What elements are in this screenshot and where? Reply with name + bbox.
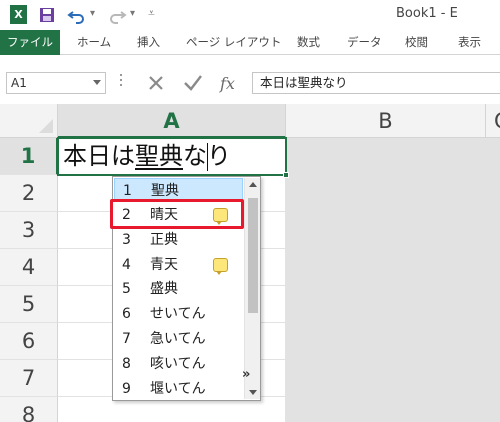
tab-data[interactable]: データ — [347, 30, 382, 55]
tab-formulas[interactable]: 数式 — [297, 30, 320, 55]
insert-function-icon[interactable]: fx — [216, 72, 242, 94]
gridline — [485, 138, 486, 422]
candidate-text: 盛典 — [150, 281, 178, 297]
candidate-number: 8 — [122, 356, 131, 372]
candidate-item-8[interactable]: 8 咳いてん — [114, 352, 243, 376]
undo-dropdown-icon[interactable]: ▾ — [90, 8, 95, 19]
select-all-button[interactable] — [0, 104, 58, 138]
ribbon-tab-bar: ファイル ホーム 挿入 ページ レイアウト 数式 データ 校閲 表示 — [0, 30, 500, 55]
text-caret — [207, 143, 208, 171]
candidate-text: せいてん — [150, 306, 206, 322]
row-header-5[interactable]: 5 — [0, 286, 58, 323]
highlight-annotation — [110, 199, 244, 229]
candidate-item-9[interactable]: 9 堰いてん — [114, 377, 243, 401]
customize-qat-icon[interactable]: ⩡ — [148, 6, 155, 21]
tab-file[interactable]: ファイル — [0, 30, 60, 55]
candidate-number: 5 — [122, 281, 131, 297]
row-header-8[interactable]: 8 — [0, 397, 58, 422]
candidate-item-5[interactable]: 5 盛典 — [114, 277, 243, 301]
tab-insert[interactable]: 挿入 — [137, 30, 160, 55]
scrollbar-thumb[interactable] — [248, 198, 258, 313]
title-bar: X ▾ ▾ ⩡ Book1 - E — [0, 0, 500, 30]
candidate-number: 3 — [122, 232, 131, 248]
candidate-text: 青天 — [150, 257, 178, 273]
tab-home[interactable]: ホーム — [77, 30, 111, 55]
cancel-icon[interactable] — [143, 72, 169, 94]
candidate-item-7[interactable]: 7 急いてん — [114, 327, 243, 351]
candidate-item-6[interactable]: 6 せいてん — [114, 302, 243, 326]
formula-input[interactable]: 本日は聖典なり — [252, 72, 500, 94]
tab-review[interactable]: 校閲 — [405, 30, 428, 55]
undo-icon[interactable] — [66, 4, 88, 26]
candidate-text: 急いてん — [150, 331, 206, 347]
column-header-b[interactable]: B — [286, 104, 486, 138]
document-title: Book1 - E — [396, 6, 458, 21]
tab-page-layout[interactable]: ページ レイアウト — [186, 30, 281, 55]
name-box-dropdown-icon[interactable] — [93, 80, 101, 85]
row-header-6[interactable]: 6 — [0, 323, 58, 360]
cell-text-converting: 聖典 — [135, 142, 183, 170]
scroll-up-icon[interactable] — [249, 182, 257, 187]
candidate-number: 7 — [122, 331, 131, 347]
redo-dropdown-icon[interactable]: ▾ — [130, 8, 135, 19]
tab-view[interactable]: 表示 — [458, 30, 481, 55]
name-box-value: A1 — [11, 76, 27, 90]
candidate-text: 正典 — [150, 232, 178, 248]
row-header-7[interactable]: 7 — [0, 360, 58, 397]
save-icon[interactable] — [36, 4, 58, 26]
formula-bar-grip-icon[interactable] — [120, 74, 123, 88]
candidate-item-3[interactable]: 3 正典 — [114, 228, 243, 252]
candidate-item-4[interactable]: 4 青天 — [114, 253, 243, 277]
name-box[interactable]: A1 — [6, 72, 106, 94]
enter-icon[interactable] — [180, 72, 206, 94]
row-header-4[interactable]: 4 — [0, 249, 58, 286]
column-header-c[interactable]: C — [486, 104, 500, 138]
candidate-number: 9 — [122, 381, 131, 397]
row-header-3[interactable]: 3 — [0, 212, 58, 249]
candidate-number: 6 — [122, 306, 131, 322]
cell-text-before: 本日は — [63, 142, 135, 170]
excel-logo-icon: X — [10, 5, 27, 24]
formula-bar: A1 fx 本日は聖典なり — [0, 56, 500, 102]
candidate-text: 咳いてん — [150, 356, 206, 372]
cell-a1-text: 本日は聖典なり — [63, 142, 231, 170]
row-header-1[interactable]: 1 — [0, 138, 58, 175]
scroll-down-icon[interactable] — [249, 390, 257, 395]
expand-candidates-icon[interactable]: » — [242, 367, 250, 382]
column-header-a[interactable]: A — [58, 104, 286, 138]
candidate-scrollbar[interactable] — [244, 178, 260, 399]
candidate-number: 4 — [122, 257, 131, 273]
fill-handle[interactable] — [283, 172, 289, 178]
redo-icon[interactable] — [106, 4, 128, 26]
row-header-2[interactable]: 2 — [0, 175, 58, 212]
candidate-text: 堰いてん — [150, 381, 206, 397]
svg-text:fx: fx — [219, 74, 235, 93]
memo-icon[interactable] — [213, 258, 228, 275]
